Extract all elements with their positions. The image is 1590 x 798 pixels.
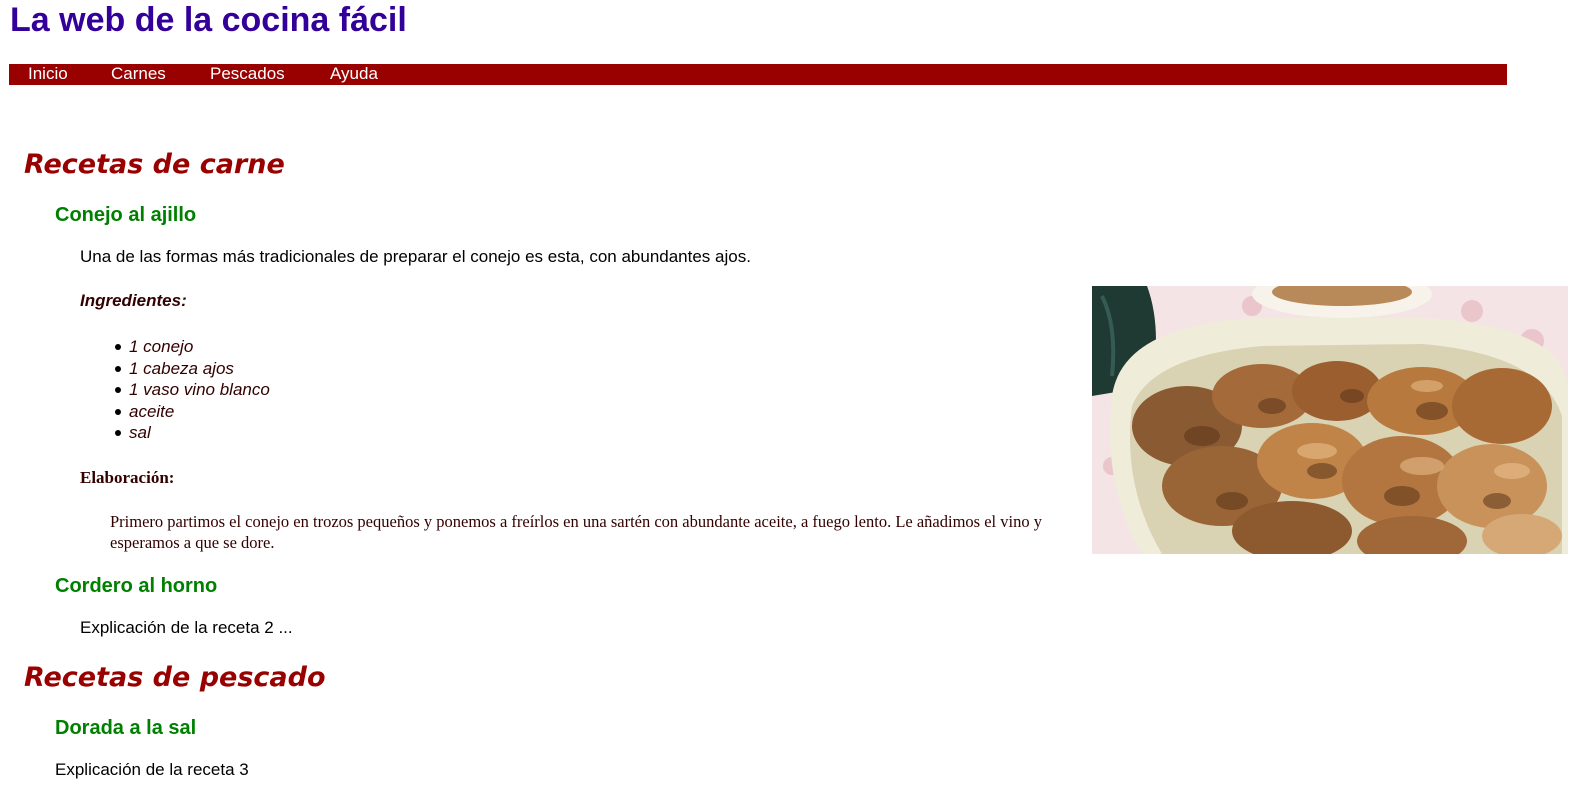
ingredient-item: sal: [115, 422, 270, 444]
ingredients-list: 1 conejo 1 cabeza ajos 1 vaso vino blanc…: [115, 336, 270, 444]
recipe-title-dorada: Dorada a la sal: [55, 717, 197, 739]
meat-section-heading: Recetas de carne: [24, 149, 285, 180]
nav-link-ayuda[interactable]: Ayuda: [330, 64, 378, 84]
nav-link-inicio[interactable]: Inicio: [28, 64, 68, 84]
recipe-text-cordero: Explicación de la receta 2 ...: [80, 618, 293, 637]
recipe-text-dorada: Explicación de la receta 3: [55, 760, 249, 779]
ingredient-item: 1 vaso vino blanco: [115, 380, 270, 399]
recipe-title-conejo: Conejo al ajillo: [55, 204, 197, 226]
elaboration-label: Elaboración:: [80, 468, 175, 487]
ingredients-label: Ingredientes:: [80, 291, 187, 310]
main-navbar: Inicio Carnes Pescados Ayuda: [9, 64, 1507, 85]
nav-link-carnes[interactable]: Carnes: [111, 64, 166, 84]
ingredient-item: 1 cabeza ajos: [115, 358, 270, 380]
roast-rabbit-photo: [1092, 286, 1568, 554]
ingredient-item: aceite: [115, 401, 270, 423]
fish-section-heading: Recetas de pescado: [24, 662, 326, 693]
elaboration-text: Primero partimos el conejo en trozos peq…: [110, 512, 1042, 552]
ingredient-item: 1 conejo: [115, 336, 270, 358]
site-title: La web de la cocina fácil: [10, 1, 407, 39]
recipe-title-cordero: Cordero al horno: [55, 575, 218, 597]
nav-link-pescados[interactable]: Pescados: [210, 64, 285, 84]
recipe-intro: Una de las formas más tradicionales de p…: [80, 247, 751, 266]
